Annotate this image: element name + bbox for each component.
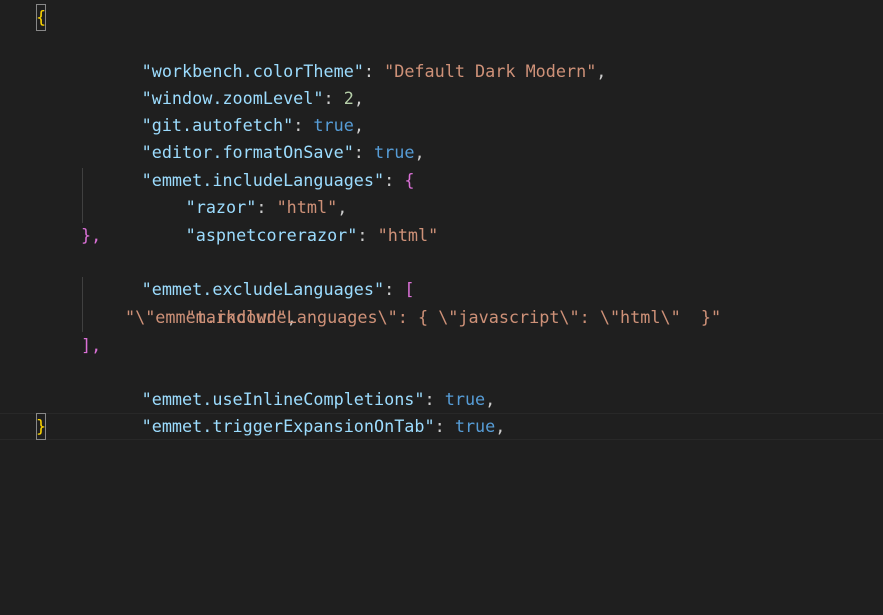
code-line[interactable]: { bbox=[0, 4, 883, 32]
open-brace: { bbox=[36, 4, 47, 32]
code-line[interactable]: "emmet.excludeLanguages": [ bbox=[0, 249, 883, 299]
code-line[interactable]: "markdown", bbox=[0, 277, 883, 327]
code-line[interactable]: "razor": "html", bbox=[0, 167, 883, 217]
code-line[interactable]: ], bbox=[0, 332, 883, 359]
code-line[interactable]: "window.zoomLevel": 2, bbox=[0, 58, 883, 108]
array-item: "\"emmet.includeLanguages\": { \"javascr… bbox=[125, 307, 722, 327]
code-line[interactable]: } bbox=[0, 413, 883, 441]
code-editor[interactable]: { "workbench.colorTheme": "Default Dark … bbox=[0, 0, 883, 615]
code-line[interactable]: "editor.formatOnSave": true, bbox=[0, 112, 883, 162]
code-line[interactable]: "aspnetcorerazor": "html" bbox=[0, 195, 883, 245]
code-line[interactable]: "emmet.includeLanguages": { bbox=[0, 140, 883, 190]
close-brace: } bbox=[36, 413, 47, 441]
close-brace: }, bbox=[81, 225, 102, 245]
code-line[interactable]: "emmet.useInlineCompletions": true, bbox=[0, 359, 883, 409]
close-bracket: ], bbox=[81, 335, 102, 355]
code-line[interactable]: "emmet.triggerExpansionOnTab": true, bbox=[0, 386, 883, 436]
code-line[interactable]: "git.autofetch": true, bbox=[0, 85, 883, 135]
code-line[interactable]: }, bbox=[0, 222, 883, 249]
code-line[interactable]: "workbench.colorTheme": "Default Dark Mo… bbox=[0, 31, 883, 81]
code-line[interactable]: "\"emmet.includeLanguages\": { \"javascr… bbox=[0, 304, 883, 331]
